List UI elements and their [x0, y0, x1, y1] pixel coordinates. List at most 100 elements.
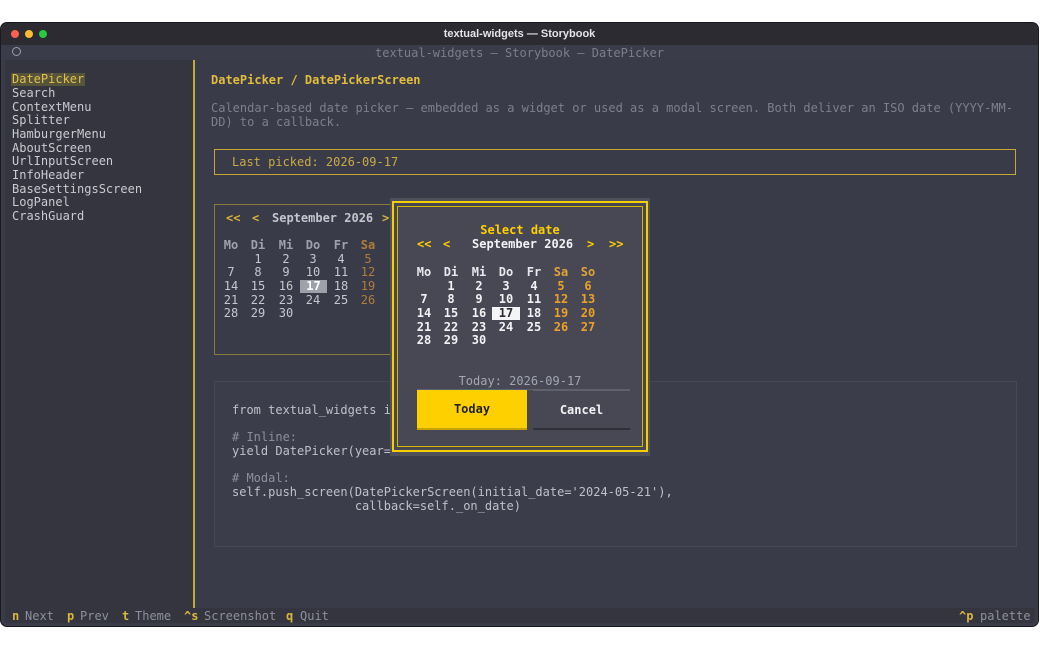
inline-day-cell[interactable]: 25	[330, 294, 352, 307]
inline-day-cell[interactable]: 15	[247, 280, 269, 293]
inline-weekday-header: Sa	[360, 238, 376, 252]
inline-weekday-header: Mi	[278, 238, 294, 252]
header-circle-icon[interactable]	[12, 47, 21, 56]
sidebar-item-infoheader[interactable]: InfoHeader	[11, 169, 85, 182]
inline-day-cell[interactable]: 16	[275, 280, 297, 293]
sidebar-item-splitter[interactable]: Splitter	[11, 114, 71, 127]
footer-palette-key[interactable]: ^p	[959, 609, 973, 623]
cancel-button[interactable]: Cancel	[533, 390, 630, 430]
sidebar-item-logpanel[interactable]: LogPanel	[11, 196, 71, 209]
dialog-month-label: September 2026	[472, 237, 574, 251]
footer-next-binding[interactable]: Next	[25, 609, 54, 623]
inline-date-picker: << < September 2026 > Mo Di Mi Do Fr Sa …	[214, 204, 394, 355]
inline-weekday-header: Do	[305, 238, 321, 252]
inline-day-cell[interactable]: 26	[357, 294, 379, 307]
footer-bar: n Next p Prev t Theme ^s Screenshot q Qu…	[5, 608, 1035, 623]
dialog-day-cell[interactable]: 10	[495, 293, 517, 306]
dialog-day-cell[interactable]: 19	[550, 307, 572, 320]
dialog-day-cell[interactable]: 9	[468, 293, 490, 306]
dialog-weekday-header: Mi	[471, 265, 487, 279]
dialog-day-cell[interactable]: 18	[523, 307, 545, 320]
today-button[interactable]: Today	[417, 390, 527, 430]
inline-day-cell[interactable]: 30	[275, 307, 297, 320]
close-window-button[interactable]	[11, 30, 19, 38]
dialog-day-cell[interactable]: 15	[440, 307, 462, 320]
traffic-lights	[11, 30, 47, 38]
sidebar-item-datepicker[interactable]: DatePicker	[11, 73, 86, 86]
dialog-day-cell[interactable]: 24	[495, 321, 517, 334]
inline-day-cell[interactable]: 19	[357, 280, 379, 293]
window-titlebar: textual-widgets — Storybook	[1, 23, 1038, 45]
inline-month-label: September 2026	[272, 211, 374, 225]
code-line: yield DatePicker(year=2	[232, 444, 399, 458]
footer-key[interactable]: t	[122, 609, 129, 623]
inline-day-cell[interactable]: 9	[275, 266, 297, 279]
inline-prev-month-button[interactable]: <	[252, 212, 259, 225]
footer-key[interactable]: q	[286, 609, 293, 623]
code-line: # Inline:	[232, 430, 298, 444]
inline-selected-day[interactable]: 17	[300, 280, 327, 293]
footer-key[interactable]: n	[12, 609, 19, 623]
breadcrumb: DatePicker / DatePickerScreen	[211, 73, 421, 87]
inline-day-cell[interactable]: 10	[302, 266, 324, 279]
dialog-day-cell[interactable]: 8	[440, 293, 462, 306]
today-label: Today: 2026-09-17	[458, 374, 582, 388]
dialog-title: Select date	[480, 223, 560, 237]
dialog-day-cell[interactable]: 14	[413, 307, 435, 320]
dialog-selected-day[interactable]: 17	[492, 307, 520, 320]
minimize-window-button[interactable]	[25, 30, 33, 38]
dialog-day-cell[interactable]: 7	[413, 293, 435, 306]
dialog-prev-year-button[interactable]: <<	[417, 238, 431, 251]
dialog-weekday-header: Sa	[553, 265, 569, 279]
sidebar-item-crashguard[interactable]: CrashGuard	[11, 210, 85, 223]
inline-day-cell[interactable]: 18	[330, 280, 352, 293]
footer-key[interactable]: p	[67, 609, 74, 623]
inline-next-month-button[interactable]: >	[382, 212, 389, 225]
sidebar-item-hamburgermenu[interactable]: HamburgerMenu	[11, 128, 107, 141]
dialog-day-cell[interactable]: 30	[468, 334, 490, 347]
footer-key[interactable]: ^s	[184, 609, 198, 623]
footer-theme-binding[interactable]: Theme	[135, 609, 171, 623]
code-line: # Modal:	[232, 471, 290, 485]
inline-day-cell[interactable]: 28	[220, 307, 242, 320]
dialog-day-cell[interactable]: 11	[523, 293, 545, 306]
dialog-prev-month-button[interactable]: <	[443, 238, 450, 251]
zoom-window-button[interactable]	[39, 30, 47, 38]
footer-screenshot-binding[interactable]: Screenshot	[204, 609, 276, 623]
dialog-next-year-button[interactable]: >>	[609, 238, 623, 251]
dialog-day-cell[interactable]: 20	[577, 307, 599, 320]
inline-prev-year-button[interactable]: <<	[226, 212, 240, 225]
dialog-day-cell[interactable]: 25	[523, 321, 545, 334]
code-line: callback=self._on_date)	[232, 499, 521, 513]
code-line: self.push_screen(DatePickerScreen(initia…	[232, 485, 673, 499]
dialog-day-cell[interactable]: 28	[413, 334, 435, 347]
inline-day-cell[interactable]: 7	[220, 266, 242, 279]
dialog-day-cell[interactable]: 12	[550, 293, 572, 306]
inline-weekday-header: Fr	[333, 238, 349, 252]
dialog-day-cell[interactable]: 27	[577, 321, 599, 334]
page-description: Calendar-based date picker — embedded as…	[211, 101, 1013, 129]
footer-palette-binding[interactable]: palette	[980, 609, 1031, 623]
dialog-next-month-button[interactable]: >	[587, 238, 594, 251]
inline-day-cell[interactable]: 8	[247, 266, 269, 279]
app-subtitle: textual-widgets — Storybook — DatePicker	[375, 45, 664, 60]
dialog-day-cell[interactable]: 13	[577, 293, 599, 306]
inline-weekday-header: Di	[250, 238, 266, 252]
app-header: textual-widgets — Storybook — DatePicker	[1, 45, 1038, 60]
sidebar-item-search[interactable]: Search	[11, 87, 56, 100]
inline-day-cell[interactable]: 14	[220, 280, 242, 293]
dialog-day-cell[interactable]: 26	[550, 321, 572, 334]
last-picked-label: Last picked: 2026-09-17	[214, 149, 1016, 175]
inline-weekday-header: Mo	[223, 238, 239, 252]
inline-day-cell[interactable]: 11	[330, 266, 352, 279]
dialog-day-cell[interactable]: 16	[468, 307, 490, 320]
code-line: from textual_widgets im	[232, 403, 399, 417]
footer-quit-binding[interactable]: Quit	[300, 609, 329, 623]
sidebar-item-urlinputscreen[interactable]: UrlInputScreen	[11, 155, 114, 168]
dialog-day-cell[interactable]: 29	[440, 334, 462, 347]
inline-day-cell[interactable]: 24	[302, 294, 324, 307]
inline-day-cell[interactable]: 29	[247, 307, 269, 320]
dialog-weekday-header: Do	[498, 265, 514, 279]
footer-prev-binding[interactable]: Prev	[80, 609, 109, 623]
inline-day-cell[interactable]: 12	[357, 266, 379, 279]
